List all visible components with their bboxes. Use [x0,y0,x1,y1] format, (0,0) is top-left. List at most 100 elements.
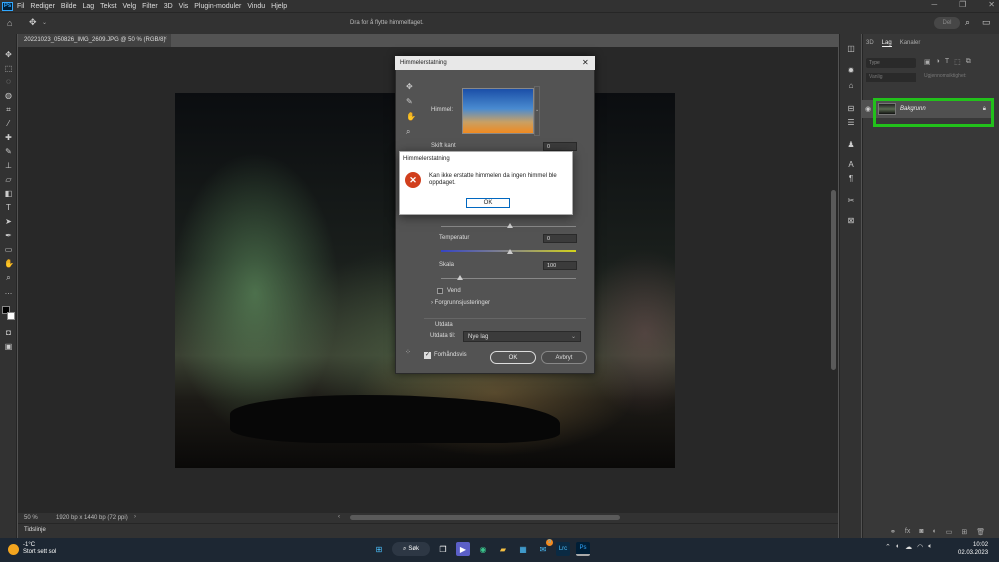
mail-icon[interactable]: ✉ 9 [536,539,553,556]
volume-icon[interactable]: 🔈︎ [928,543,932,551]
flip-checkbox[interactable] [437,288,443,294]
path-select-icon[interactable]: ➤ [4,217,13,226]
workspace-icon[interactable]: ▭ [982,17,991,28]
chevron-down-icon[interactable]: ⌄ [42,19,47,26]
sky-preset-thumbnail[interactable] [462,88,534,134]
scroll-left-icon[interactable]: ‹ [338,514,340,520]
trash-icon[interactable]: 🗑︎ [976,528,985,536]
move-tool-icon[interactable]: ✥ [29,17,37,28]
clock[interactable]: 10:02 02.03.2023 [958,541,988,557]
tab-lag[interactable]: Lag [881,40,892,47]
healing-brush-icon[interactable]: ✚ [4,133,13,142]
screen-mode-icon[interactable]: ▣ [4,342,13,351]
paragraph-icon[interactable]: ¶ [846,174,856,184]
background-color-swatch[interactable] [7,312,15,320]
maximize-icon[interactable]: ❐ [959,0,966,9]
hand-tool-icon[interactable]: ✋ [4,259,14,268]
edge-icon[interactable]: ◉ [476,542,490,556]
link-layers-icon[interactable]: ⚭ [890,528,896,536]
libraries-icon[interactable]: ⌂ [846,81,856,91]
close-icon[interactable]: ✕ [988,0,995,9]
menu-lag[interactable]: Lag [82,3,94,10]
filter-type-icon[interactable]: T [945,58,949,66]
lightroom-icon[interactable]: Lrc [556,542,570,556]
teams-icon[interactable]: ▶ [456,542,470,556]
minimize-icon[interactable]: ─ [931,0,937,9]
scale-value[interactable]: 100 [543,261,577,270]
zoom-level[interactable]: 50 % [24,515,38,521]
sky-brush-icon[interactable]: ✎ [406,97,413,106]
dialog-close-icon[interactable]: ✕ [582,58,589,67]
menu-filter[interactable]: Filter [142,3,158,10]
ok-button[interactable]: OK [490,351,536,364]
chevron-up-icon[interactable]: ⌃ [885,543,891,551]
add-mask-icon[interactable]: ◙ [919,528,923,536]
stamp-tool-icon[interactable]: ⊥ [4,161,13,170]
more-tools-icon[interactable]: … [4,287,13,296]
temperature-value[interactable]: 0 [543,234,577,243]
menu-tekst[interactable]: Tekst [100,3,116,10]
zoom-tool-icon[interactable]: ⌕ [406,127,410,137]
new-layer-icon[interactable]: ⊞ [961,528,967,536]
share-button[interactable]: Del [934,17,960,29]
cancel-button[interactable]: Avbryt [541,351,587,364]
vertical-scrollbar[interactable] [831,190,836,370]
tools-icon[interactable]: ✂ [846,196,856,206]
pen-tool-icon[interactable]: ✒ [4,231,13,240]
eyedropper-tool-icon[interactable]: ⁄ [4,119,13,128]
type-tool-icon[interactable]: T [4,203,13,212]
eraser-tool-icon[interactable]: ▱ [4,175,13,184]
shift-edge-value[interactable]: 0 [543,142,577,151]
sky-preset-dropdown[interactable]: ⌄ [534,86,540,136]
tab-3d[interactable]: 3D [866,40,874,47]
menu-vindu[interactable]: Vindu [247,3,265,10]
tab-kanaler[interactable]: Kanaler [900,40,921,47]
horizontal-scrollbar[interactable] [350,515,620,520]
properties-icon[interactable]: ⊟ [846,104,856,114]
home-icon[interactable]: ⌂ [7,18,12,28]
zoom-tool-icon[interactable]: ⌕ [4,273,13,282]
menu-fil[interactable]: Fil [17,3,24,10]
slider-thumb[interactable] [507,223,513,228]
task-view-icon[interactable]: ❐ [436,542,450,556]
temperature-thumb[interactable] [507,249,513,254]
fx-icon[interactable]: fx [905,528,910,536]
adjustments-icon[interactable]: ✹ [846,66,856,76]
new-group-icon[interactable]: ▭ [946,528,953,536]
filter-pixel-icon[interactable]: ▣ [924,58,931,66]
menu-velg[interactable]: Velg [123,3,137,10]
document-tab[interactable]: 20221023_050826_IMG_2609.JPG @ 50 % (RGB… [18,34,171,47]
brush-tool-icon[interactable]: ✎ [4,147,13,156]
export-icon[interactable]: ⊠ [846,216,856,226]
timeline-tab[interactable]: Tidslinje [24,527,46,533]
quick-mask-icon[interactable]: ◘ [4,328,13,337]
foreground-adjustments-toggle[interactable]: › Forgrunnsjusteringer [431,300,490,306]
menu-rediger[interactable]: Rediger [30,3,55,10]
photoshop-taskbar-icon[interactable]: Ps [576,542,590,556]
menu-plugin-moduler[interactable]: Plugin-moduler [194,3,241,10]
output-to-select[interactable]: Nye lag ⌄ [463,331,581,342]
adjustment-layer-icon[interactable]: ◐ [933,528,937,536]
lasso-tool-icon[interactable]: ◌ [4,77,13,86]
close-icon[interactable]: × [163,36,167,42]
blend-mode-select[interactable]: Vanlig [866,73,916,82]
search-icon[interactable]: ⌕ [965,17,970,28]
chevron-right-icon[interactable]: › [134,514,136,520]
taskbar-search[interactable]: ⌕ Søk [392,542,430,556]
onedrive-icon[interactable]: ☁ [905,543,912,551]
learn-icon[interactable]: ◫ [846,44,856,54]
move-tool-icon[interactable]: ✥ [4,50,13,59]
menu-vis[interactable]: Vis [179,3,189,10]
scale-thumb[interactable] [457,275,463,280]
menu-hjelp[interactable]: Hjelp [271,3,287,10]
menu-3d[interactable]: 3D [164,3,173,10]
alert-ok-button[interactable]: OK [466,198,510,208]
menu-bilde[interactable]: Bilde [61,3,77,10]
quick-select-tool-icon[interactable]: ◍ [4,91,13,100]
weather-widget[interactable]: -1°C Stort sett sol [8,542,56,556]
gradient-tool-icon[interactable]: ◧ [4,189,13,198]
user-icon[interactable]: ♟ [846,140,856,150]
filter-smart-icon[interactable]: ⧉ [966,58,971,66]
move-sky-tool-icon[interactable]: ✥ [406,82,413,91]
preview-checkbox[interactable]: ✓ [424,352,431,359]
